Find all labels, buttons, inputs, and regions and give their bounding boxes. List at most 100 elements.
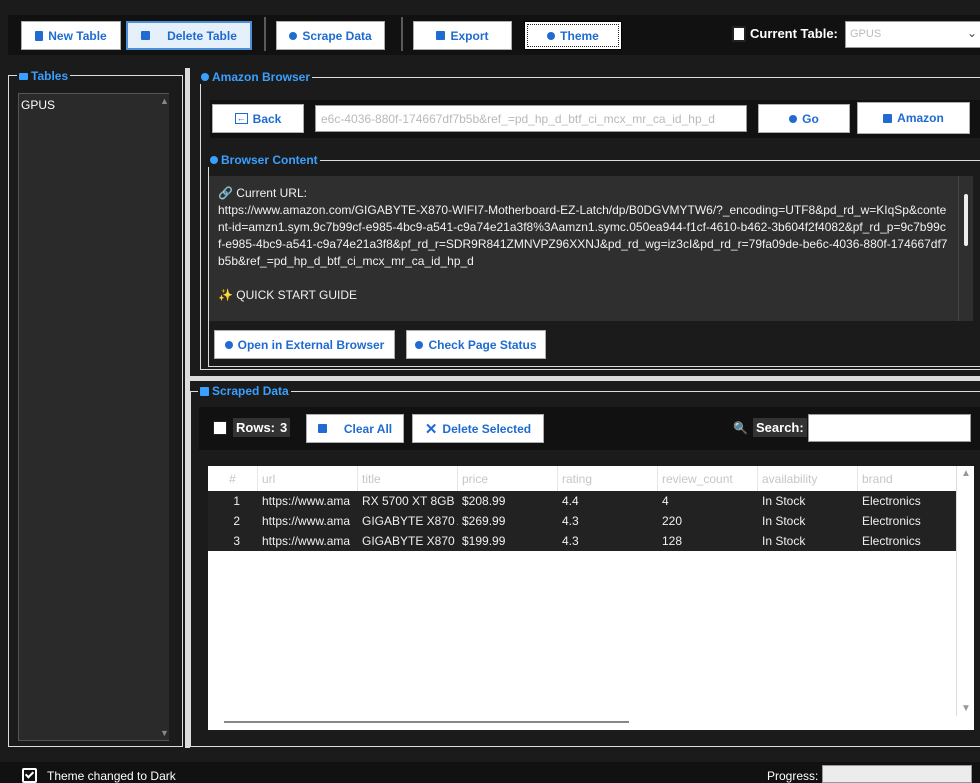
new-table-button[interactable]: New Table <box>21 21 121 50</box>
column-header[interactable]: review_count <box>658 466 758 491</box>
table-cell: Electronics <box>862 514 921 528</box>
new-table-icon <box>35 30 44 41</box>
table-row[interactable]: 3 https://www.ama GIGABYTE X870 E $199.99 4.… <box>208 531 956 551</box>
export-label: Export <box>450 28 489 43</box>
table-cell: 4 <box>662 494 669 508</box>
go-button[interactable]: Go <box>758 104 850 133</box>
table-cell: GIGABYTE X870 E <box>362 534 458 548</box>
search-label: Search: <box>753 418 807 437</box>
chevron-down-icon: ⌄ <box>966 26 977 40</box>
quick-start-line: ✨ QUICK START GUIDE <box>218 287 949 304</box>
cart-icon <box>883 113 893 123</box>
current-url-value: https://www.amazon.com/GIGABYTE-X870-WIF… <box>218 203 948 268</box>
current-url-line: 🔗 Current URL: <box>218 185 949 202</box>
amazon-button[interactable]: Amazon <box>857 102 970 134</box>
table-row[interactable]: 1 https://www.ama RX 5700 XT 8GB G $208.99 4… <box>208 491 956 511</box>
column-header[interactable]: title <box>358 466 458 491</box>
column-header[interactable]: # <box>208 466 258 491</box>
delete-selected-button[interactable]: ✕ Delete Selected <box>412 414 544 443</box>
scraped-data-title: Scraped Data <box>198 384 291 398</box>
table-cell: 4.3 <box>562 534 579 548</box>
table-icon <box>732 26 746 42</box>
folder-icon <box>19 72 28 80</box>
scrape-icon <box>289 31 298 40</box>
scroll-down-icon[interactable]: ▼ <box>160 728 169 738</box>
table-cell: GIGABYTE X870 A <box>362 514 458 528</box>
amazon-label: Amazon <box>897 111 944 125</box>
amazon-browser-title-text: Amazon Browser <box>212 70 311 84</box>
url-input[interactable]: e6c-4036-880f-174667df7b5b&ref_=pd_hp_d_… <box>315 105 747 132</box>
current-table-label: Current Table: <box>750 26 838 41</box>
table-cell: In Stock <box>762 514 806 528</box>
table-cell: In Stock <box>762 534 806 548</box>
column-header[interactable]: rating <box>558 466 658 491</box>
table-cell: 4.4 <box>562 494 579 508</box>
horizontal-splitter[interactable] <box>190 376 980 381</box>
table-horizontal-scrollbar[interactable] <box>208 716 974 730</box>
tables-panel: GPUS ▲ ▼ <box>8 75 183 747</box>
export-icon <box>436 31 446 40</box>
browser-content-title: Browser Content <box>208 153 320 167</box>
clear-all-button[interactable]: Clear All <box>306 414 404 443</box>
globe-icon <box>201 73 209 81</box>
column-header[interactable]: availability <box>758 466 858 491</box>
column-header[interactable]: url <box>258 466 358 491</box>
column-header[interactable]: brand <box>858 466 956 491</box>
check-icon <box>22 768 37 783</box>
scroll-up-icon[interactable]: ▲ <box>961 468 971 479</box>
amazon-browser-title: Amazon Browser <box>199 70 313 84</box>
back-button[interactable]: ← Back <box>212 104 304 133</box>
column-header[interactable]: price <box>458 466 558 491</box>
table-cell: https://www.ama <box>262 494 351 508</box>
search-icon <box>415 340 424 349</box>
table-vertical-scrollbar[interactable]: ▲ ▼ <box>956 466 974 716</box>
search-icon: 🔍 <box>733 421 748 435</box>
current-table-select[interactable]: GPUS ⌄ <box>845 21 980 48</box>
tables-list-item[interactable]: GPUS <box>21 98 55 112</box>
table-cell: 2 <box>233 514 240 528</box>
main-toolbar: New Table Delete Table Scrape Data Expor… <box>8 15 980 55</box>
open-external-label: Open in External Browser <box>237 337 385 352</box>
open-external-button[interactable]: Open in External Browser <box>214 330 395 359</box>
export-button[interactable]: Export <box>413 21 512 50</box>
tables-scrollbar[interactable]: ▲ ▼ <box>159 94 169 740</box>
tables-title-text: Tables <box>31 69 69 83</box>
search-input[interactable] <box>808 414 971 442</box>
rows-count: 3 <box>277 418 291 437</box>
scroll-up-icon[interactable]: ▲ <box>160 96 169 106</box>
toolbar-separator <box>264 17 266 51</box>
table-cell: RX 5700 XT 8GB G <box>362 494 458 508</box>
tables-group-title: Tables <box>17 69 71 83</box>
browser-content-title-text: Browser Content <box>221 153 318 167</box>
theme-button[interactable]: Theme <box>524 21 622 50</box>
quick-start-label: QUICK START GUIDE <box>236 288 357 302</box>
external-icon <box>224 340 233 349</box>
content-scroll-thumb[interactable] <box>964 194 968 246</box>
back-label: Back <box>252 111 282 126</box>
tables-list[interactable]: GPUS ▲ ▼ <box>18 93 169 741</box>
browser-content-text[interactable]: 🔗 Current URL: https://www.amazon.com/GI… <box>209 176 958 321</box>
go-icon <box>789 114 798 123</box>
table-row[interactable]: 2 https://www.ama GIGABYTE X870 A $269.99 4.… <box>208 511 956 531</box>
save-icon <box>200 386 209 396</box>
bar-chart-icon <box>213 421 227 435</box>
theme-icon <box>547 31 556 40</box>
table-cell: $269.99 <box>462 514 506 528</box>
delete-table-button[interactable]: Delete Table <box>126 21 252 50</box>
scroll-down-icon[interactable]: ▼ <box>961 703 971 714</box>
toolbar-separator <box>401 17 403 51</box>
close-icon: ✕ <box>424 420 438 438</box>
go-label: Go <box>802 111 819 126</box>
rows-label: Rows: <box>233 418 278 437</box>
check-status-button[interactable]: Check Page Status <box>406 330 546 359</box>
table-cell: 4.3 <box>562 514 579 528</box>
scraped-data-table[interactable]: # url title price rating review_count availabi… <box>208 466 956 730</box>
status-message: Theme changed to Dark <box>47 769 176 783</box>
table-cell: Electronics <box>862 534 921 548</box>
table-hscroll-thumb[interactable] <box>224 721 629 723</box>
delete-selected-label: Delete Selected <box>442 421 532 436</box>
content-scrollbar[interactable] <box>958 176 973 321</box>
back-arrow-icon: ← <box>234 113 248 124</box>
scrape-data-button[interactable]: Scrape Data <box>276 21 385 50</box>
table-cell: https://www.ama <box>262 534 351 548</box>
